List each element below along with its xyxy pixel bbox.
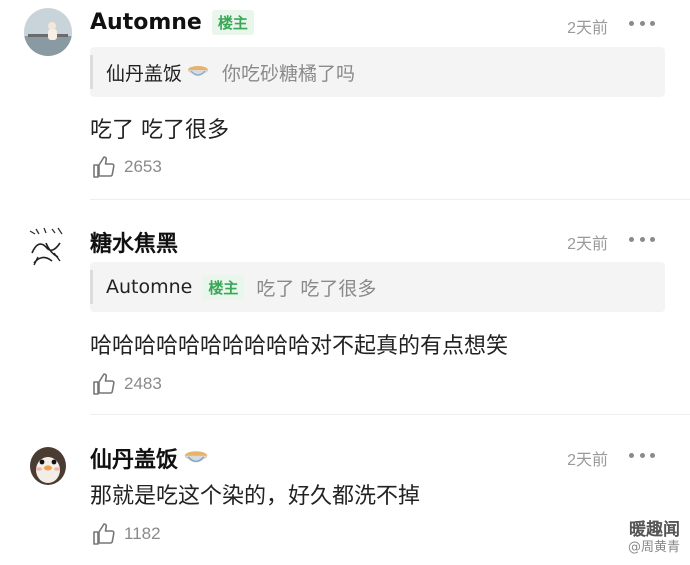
quote-author[interactable]: Automne 楼主 — [106, 274, 245, 300]
like-button[interactable]: 2653 — [92, 155, 162, 179]
like-button[interactable]: 2483 — [92, 372, 162, 396]
avatar[interactable] — [24, 223, 72, 271]
watermark: 暖趣闻 @周黄青 — [628, 521, 680, 557]
comment-author[interactable]: 糖水焦黑 — [90, 226, 178, 258]
comment-author[interactable]: Automne 楼主 — [90, 10, 254, 35]
avatar[interactable] — [24, 8, 72, 56]
more-dots-icon[interactable] — [629, 20, 655, 26]
quoted-reply[interactable]: 仙丹盖饭 你吃砂糖橘了吗 — [90, 47, 665, 97]
more-dots-icon[interactable] — [629, 452, 655, 458]
quote-author-name[interactable]: 仙丹盖饭 — [106, 59, 182, 86]
like-count: 2653 — [124, 157, 162, 176]
comment-time: 2天前 — [567, 236, 608, 253]
op-badge: 楼主 — [202, 274, 245, 300]
quoted-reply[interactable]: Automne 楼主 吃了 吃了很多 — [90, 262, 665, 312]
watermark-title: 暖趣闻 — [629, 520, 680, 540]
thumbs-up-icon — [93, 156, 115, 178]
divider — [90, 414, 690, 415]
rice-bowl-icon — [184, 451, 208, 463]
thumbs-up-icon — [93, 373, 115, 395]
divider — [90, 199, 690, 200]
op-badge: 楼主 — [211, 10, 254, 35]
like-count: 2483 — [124, 374, 162, 393]
watermark-handle: @周黄青 — [627, 540, 680, 555]
quote-author-name[interactable]: Automne — [106, 276, 192, 298]
comment-text: 那就是吃这个染的，好久都洗不掉 — [90, 484, 421, 509]
avatar[interactable] — [24, 438, 72, 486]
like-button[interactable]: 1182 — [92, 522, 161, 546]
comment-time: 2天前 — [567, 20, 608, 37]
quote-text: 吃了 吃了很多 — [256, 277, 377, 300]
author-name[interactable]: Automne — [90, 10, 202, 35]
comment-text: 哈哈哈哈哈哈哈哈哈哈对不起真的有点想笑 — [90, 334, 509, 359]
author-name[interactable]: 糖水焦黑 — [90, 226, 178, 258]
comment-time: 2天前 — [567, 452, 608, 469]
comment-author[interactable]: 仙丹盖饭 — [90, 442, 210, 474]
like-count: 1182 — [124, 524, 161, 543]
quote-author[interactable]: 仙丹盖饭 — [106, 59, 210, 86]
thumbs-up-icon — [93, 523, 115, 545]
author-name[interactable]: 仙丹盖饭 — [90, 442, 178, 474]
more-dots-icon[interactable] — [629, 236, 655, 242]
quote-text: 你吃砂糖橘了吗 — [222, 62, 356, 85]
comment-text: 吃了 吃了很多 — [90, 118, 229, 143]
rice-bowl-icon — [188, 66, 209, 76]
